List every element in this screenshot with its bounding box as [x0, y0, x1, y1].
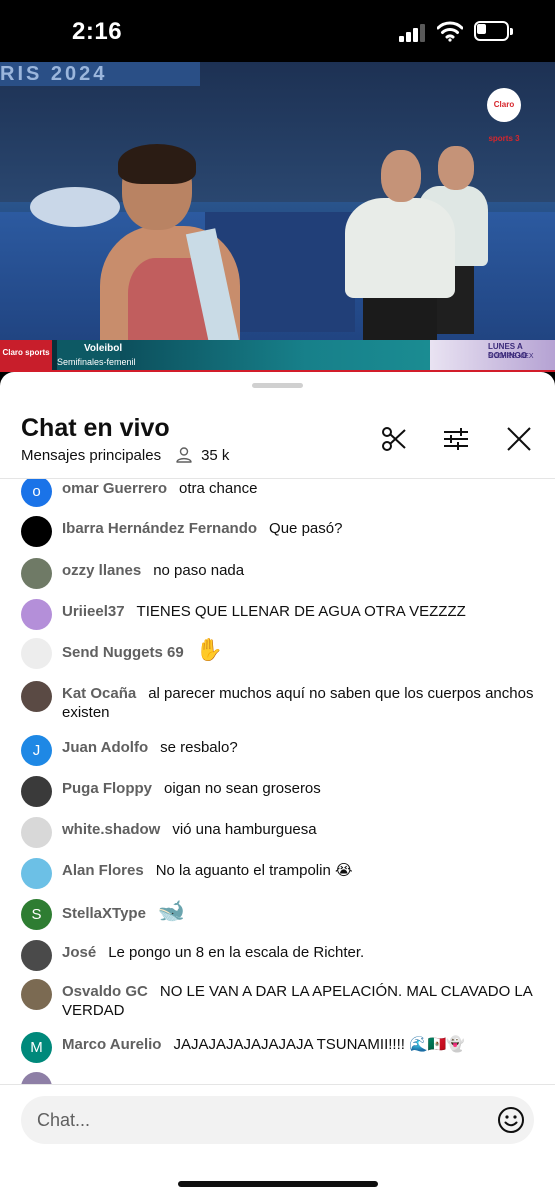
smiley-icon — [498, 1107, 524, 1133]
message-author[interactable]: omar Guerrero — [62, 480, 167, 497]
close-icon — [507, 427, 531, 451]
home-indicator[interactable] — [178, 1181, 378, 1187]
avatar[interactable] — [21, 516, 52, 547]
message-author[interactable]: Kat Ocaña — [62, 685, 136, 702]
ticker-sport: Voleibol — [84, 343, 123, 354]
avatar[interactable] — [21, 979, 52, 1010]
avatar[interactable] — [21, 558, 52, 589]
avatar[interactable] — [21, 817, 52, 848]
divider — [0, 1084, 555, 1085]
chat-mode-selector[interactable]: Mensajes principales 35 k — [21, 445, 229, 465]
close-chat-button[interactable] — [504, 424, 534, 454]
avatar[interactable]: J — [21, 735, 52, 766]
chat-input[interactable] — [21, 1096, 534, 1144]
message-text: oigan no sean groseros — [164, 780, 321, 797]
channel-logo: Claro sports 3 — [487, 88, 521, 143]
wifi-icon — [437, 21, 463, 42]
message-text: no paso nada — [153, 562, 245, 579]
message-author[interactable]: Puga Floppy — [62, 780, 152, 797]
status-time: 2:16 — [72, 18, 123, 45]
video-player[interactable]: RIS 2024 Claro sports 3 — [0, 62, 555, 372]
avatar[interactable]: M — [21, 1032, 52, 1063]
message-emoji: 🐋 — [157, 899, 186, 924]
venue-banner: RIS 2024 — [0, 62, 200, 86]
diver-figure — [90, 144, 241, 372]
promo-banner: LUNES A DOMINGO 9:00HRS MEX — [430, 340, 555, 370]
broadcast-ticker: Claro sports Voleibol Semifinales-femeni… — [0, 340, 555, 372]
sliders-icon — [444, 428, 468, 450]
message-author[interactable]: Alan Flores — [62, 862, 144, 879]
clip-button[interactable] — [379, 424, 409, 454]
message-text: TIENES QUE LLENAR DE AGUA OTRA VEZZZZ — [136, 603, 466, 620]
message-author[interactable]: Juan Adolfo — [62, 739, 148, 756]
coach-figure — [345, 150, 455, 372]
message-emoji: ✋ — [195, 638, 224, 663]
ticker-event: Semifinales-femenil — [57, 357, 136, 367]
avatar[interactable] — [21, 858, 52, 889]
message-text: vió una hamburguesa — [172, 821, 317, 838]
live-chat-panel: Chat en vivo Mensajes principales 35 k o… — [0, 372, 555, 1200]
filter-settings-button[interactable] — [441, 424, 471, 454]
scissors-icon — [382, 427, 406, 451]
message-author[interactable]: Send Nuggets 69 — [62, 644, 184, 661]
chat-message-list[interactable]: o omar Guerrero otra chance Ibarra Hernánde… — [0, 479, 555, 1085]
chat-mode-label: Mensajes principales — [21, 446, 162, 464]
message-text: Que pasó? — [269, 520, 343, 537]
battery-icon — [474, 21, 514, 41]
avatar[interactable]: o — [21, 479, 52, 507]
chat-title: Chat en vivo — [21, 414, 170, 442]
status-bar: 2:16 — [0, 0, 555, 62]
avatar[interactable] — [21, 599, 52, 630]
message-text: otra chance — [179, 480, 258, 497]
drag-handle[interactable] — [252, 383, 303, 388]
avatar[interactable] — [21, 681, 52, 712]
message-text: se resbalo? — [160, 739, 238, 756]
avatar[interactable] — [21, 940, 52, 971]
message-text: Le pongo un 8 en la escala de Richter. — [108, 944, 365, 961]
message-author[interactable]: Marco Aurelio — [62, 1036, 161, 1053]
broadcaster-logo: Claro sports — [0, 340, 52, 370]
viewer-count: 35 k — [201, 446, 230, 464]
message-author[interactable]: ozzy llanes — [62, 562, 141, 579]
message-author[interactable]: José — [62, 944, 96, 961]
message-author[interactable]: Uriieel37 — [62, 603, 125, 620]
message-author[interactable]: white.shadow — [62, 821, 160, 838]
avatar[interactable] — [21, 776, 52, 807]
person-icon — [176, 447, 192, 463]
message-text: No la aguanto el trampolin 😭 — [155, 862, 353, 879]
message-author[interactable]: Ibarra Hernández Fernando — [62, 520, 257, 537]
emoji-button[interactable] — [497, 1106, 525, 1134]
message-author[interactable]: Osvaldo GC — [62, 983, 148, 1000]
cellular-signal-icon — [399, 24, 427, 42]
message-text: JAJAJAJAJAJAJAJA TSUNAMII!!!! 🌊🇲🇽👻 — [173, 1036, 466, 1053]
message-author[interactable]: StellaXType — [62, 905, 146, 922]
avatar[interactable]: S — [21, 899, 52, 930]
avatar[interactable] — [21, 638, 52, 669]
